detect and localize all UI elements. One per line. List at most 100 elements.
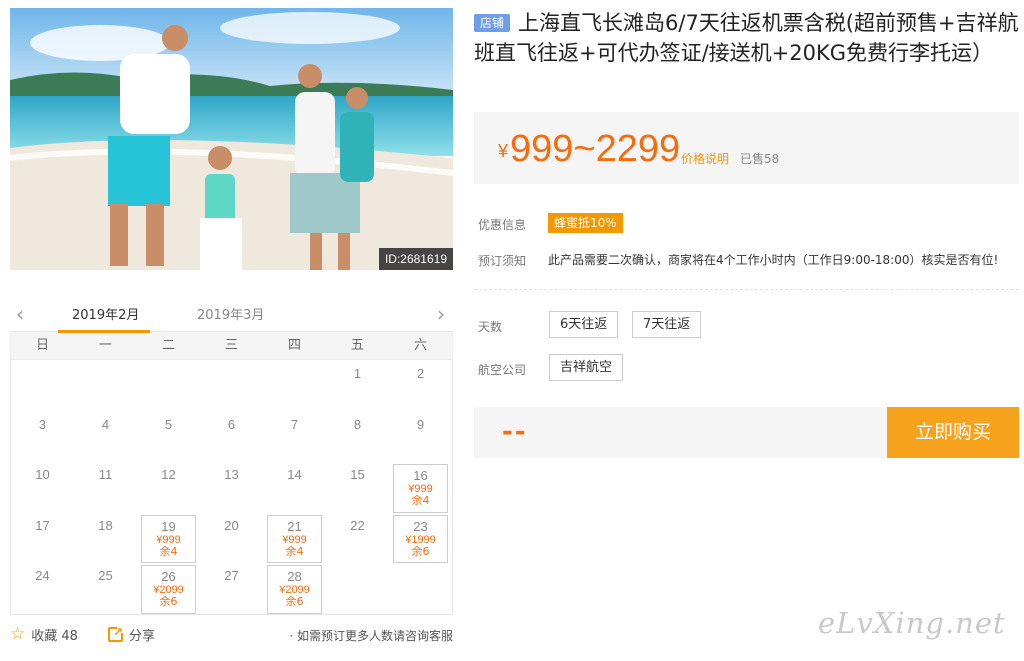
buy-now-button[interactable]: 立即购买 — [887, 407, 1019, 458]
buy-bar: -- 立即购买 — [474, 407, 1019, 458]
weekday-label: 五 — [350, 338, 364, 353]
day-price: ¥999 — [156, 533, 181, 546]
calendar-day: 6 — [200, 413, 263, 464]
option-6-days[interactable]: 6天往返 — [549, 311, 619, 338]
calendar-day: 7 — [263, 413, 326, 464]
calendar-grid: 1 2 3 4 5 6 7 8 9 10 11 12 13 14 15 16 ¥999 余4 17 18 19 ¥999 余… — [10, 360, 453, 615]
tab-month-march[interactable]: 2019年3月 — [197, 304, 264, 323]
price: ¥999~2299 — [498, 128, 680, 171]
day-number: 18 — [98, 517, 113, 533]
price-explanation-link[interactable]: 价格说明 — [681, 150, 729, 167]
weekday-label: 一 — [98, 338, 112, 353]
favorite-button[interactable]: ☆ 收藏 48 — [10, 624, 78, 645]
calendar-day: 5 — [137, 413, 200, 464]
day-stock: 余4 — [285, 544, 304, 558]
calendar-empty-cell — [74, 362, 137, 413]
active-month-underline — [58, 330, 150, 333]
weekday-label: 日 — [35, 338, 49, 353]
calendar-day: 11 — [74, 463, 137, 514]
calendar-day: 1 — [326, 362, 389, 413]
day-stock: 余4 — [411, 494, 430, 507]
calendar-day: 3 — [11, 413, 74, 464]
calendar-day: 2 — [389, 362, 452, 413]
calendar-day: 14 — [263, 463, 326, 514]
day-number: 14 — [287, 467, 302, 482]
total-price: -- — [502, 417, 528, 447]
notice-text: 此产品需要二次确认，商家将在4个工作小时内（工作日9:00-18:00）核实是否… — [548, 253, 999, 267]
departure-calendar: ‹ 2019年2月 2019年3月 › 日 一 二 三 四 五 六 123456… — [10, 298, 453, 615]
weekday-label: 四 — [287, 338, 301, 353]
day-number: 26 — [161, 569, 176, 584]
product-actions: ☆ 收藏 48 ↗ 分享 · 如需预订更多人数请咨询客服 — [10, 622, 453, 646]
calendar-day-available[interactable]: 19 ¥999 余4 — [141, 514, 196, 563]
calendar-day: 24 — [11, 564, 74, 615]
calendar-day: 10 — [11, 463, 74, 514]
weekday-label: 三 — [224, 338, 238, 353]
calendar-empty-cell — [137, 362, 200, 413]
day-number: 6 — [227, 416, 236, 432]
next-month-arrow-icon[interactable]: › — [437, 302, 445, 326]
calendar-weekdays: 日 一 二 三 四 五 六 — [10, 332, 453, 360]
day-number: 4 — [101, 416, 110, 432]
day-number: 17 — [35, 517, 50, 533]
favorite-label: 收藏 48 — [31, 629, 78, 644]
photo-id-label: ID:2681619 — [378, 248, 453, 270]
day-number: 25 — [98, 568, 113, 583]
price-range: 999~2299 — [510, 128, 681, 170]
day-number: 28 — [287, 569, 302, 584]
watermark: eLvXing.net — [818, 606, 1006, 640]
share-button[interactable]: ↗ 分享 — [108, 625, 155, 644]
calendar-day: 9 — [389, 413, 452, 464]
notice-label: 预订须知 — [478, 254, 527, 268]
calendar-empty-cell — [11, 362, 74, 413]
calendar-day-available[interactable]: 23 ¥1999 余6 — [393, 514, 448, 563]
option-7-days[interactable]: 7天往返 — [632, 311, 702, 338]
prev-month-arrow-icon[interactable]: ‹ — [16, 302, 24, 326]
option-airline-juneyao[interactable]: 吉祥航空 — [549, 354, 624, 381]
price-panel: ¥999~2299 价格说明 已售58 — [474, 112, 1019, 184]
day-number: 8 — [353, 416, 362, 432]
day-number: 5 — [164, 416, 173, 432]
calendar-day-available[interactable]: 26 ¥2099 余6 — [141, 565, 196, 614]
day-number: 27 — [224, 568, 239, 583]
sold-count: 已售58 — [740, 152, 780, 166]
product-title: 店铺 上海直飞长滩岛6/7天往返机票含税(超前预售+吉祥航班直飞往返+可代办签证/… — [474, 8, 1019, 68]
day-number: 15 — [350, 467, 365, 482]
day-stock: 余6 — [285, 595, 304, 608]
day-number: 16 — [413, 468, 428, 483]
calendar-header: ‹ 2019年2月 2019年3月 › — [10, 298, 453, 333]
weekday-label: 二 — [161, 338, 175, 353]
calendar-day-available[interactable]: 16 ¥999 余4 — [393, 464, 448, 513]
calendar-day: 13 — [200, 463, 263, 514]
day-number: 23 — [413, 518, 428, 534]
star-icon: ☆ — [10, 624, 26, 644]
calendar-day: 22 — [326, 514, 389, 565]
airline-label: 航空公司 — [478, 363, 527, 377]
product-photo: ID:2681619 — [10, 8, 453, 270]
consult-note[interactable]: · 如需预订更多人数请咨询客服 — [289, 627, 453, 644]
day-number: 21 — [287, 518, 302, 534]
calendar-day: 20 — [200, 514, 263, 565]
promo-tag: 蜂蜜抵10% — [548, 213, 623, 233]
calendar-day: 12 — [137, 463, 200, 514]
calendar-day: 15 — [326, 463, 389, 514]
calendar-day: 27 — [200, 564, 263, 615]
day-number: 22 — [350, 517, 365, 533]
currency-symbol: ¥ — [498, 141, 509, 161]
day-number: 19 — [161, 518, 176, 534]
share-icon: ↗ — [108, 625, 124, 642]
calendar-day-available[interactable]: 21 ¥999 余4 — [267, 514, 322, 563]
calendar-empty-cell — [263, 362, 326, 413]
day-price: ¥1999 — [405, 533, 436, 546]
day-stock: 余4 — [159, 544, 178, 558]
day-number: 2 — [416, 366, 425, 381]
day-number: 13 — [224, 467, 239, 482]
day-number: 12 — [161, 467, 176, 482]
day-number: 1 — [353, 366, 362, 381]
calendar-day-available[interactable]: 28 ¥2099 余6 — [267, 565, 322, 614]
product-title-text: 上海直飞长滩岛6/7天往返机票含税(超前预售+吉祥航班直飞往返+可代办签证/接送… — [474, 11, 1019, 65]
weekday-label: 六 — [413, 338, 427, 353]
divider — [474, 289, 1019, 290]
calendar-day: 8 — [326, 413, 389, 464]
tab-month-february[interactable]: 2019年2月 — [72, 304, 139, 323]
